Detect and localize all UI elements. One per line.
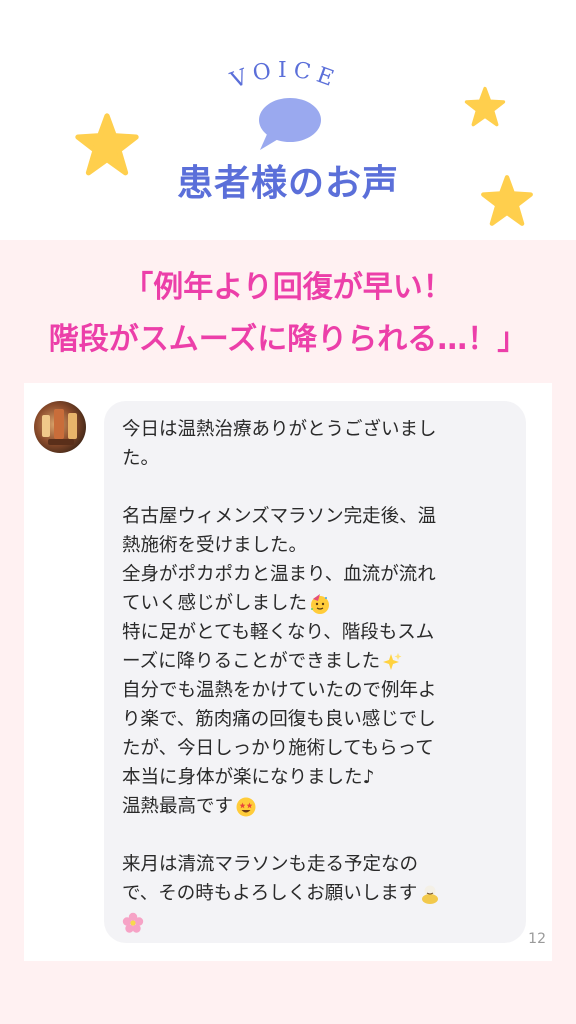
star-icon (464, 86, 506, 127)
bowing-person-icon (422, 885, 439, 904)
message-line-text: ーズに降りることができました (122, 651, 381, 672)
message-line: 来月は清流マラソンも走る予定なの (122, 854, 419, 875)
message-bubble: 今日は温熱治療ありがとうございまし た。 名古屋ウィメンズマラソン完走後、温 熱… (104, 401, 526, 943)
message-line-with-emoji: ていく感じがしました (122, 589, 512, 618)
message-line-with-emoji: 温熱最高です (122, 792, 512, 821)
review-card: 今日は温熱治療ありがとうございまし た。 名古屋ウィメンズマラソン完走後、温 熱… (24, 383, 552, 961)
avatar (34, 401, 86, 453)
partying-face-icon (311, 594, 330, 614)
message-line: 特に足がとても軽くなり、階段もスム (122, 622, 435, 643)
message-line: 熱施術を受けました。 (122, 535, 308, 556)
cherry-blossom-icon (122, 912, 144, 933)
message-line: り楽で、筋肉痛の回復も良い感じでし (122, 709, 436, 730)
message-line-text: ていく感じがしました (122, 593, 308, 614)
message-line: た。 (122, 448, 160, 469)
message-line: 名古屋ウィメンズマラソン完走後、温 (122, 506, 437, 527)
svg-text:VOICE: VOICE (227, 58, 343, 94)
message-line: 今日は温熱治療ありがとうございまし (122, 419, 437, 440)
message-line: たが、今日しっかり施術してもらって (122, 738, 434, 759)
message-line-text: 温熱最高です (122, 796, 234, 817)
message-line-with-emoji (122, 908, 512, 937)
page-title: 患者様のお声 (176, 163, 399, 204)
message-line: 自分でも温熱をかけていたので例年よ (122, 680, 437, 701)
sparkles-icon (383, 653, 402, 670)
header-area: VOICE 患者様のお声 (0, 0, 576, 240)
message-line: 全身がポカポカと温まり、血流が流れ (122, 564, 436, 585)
message-line-with-emoji: で、その時もよろしくお願いします (122, 879, 512, 908)
page-number: 12 (528, 931, 546, 947)
star-struck-face-icon (236, 797, 256, 817)
message-line: 本当に身体が楽になりました♪ (122, 767, 375, 788)
headline-line-2: 階段がスムーズに降りられる…！」 (48, 322, 528, 357)
headline-line-1: 「例年より回復が早い！ (123, 270, 453, 305)
message-line-with-emoji: ーズに降りることができました (122, 647, 512, 676)
message-line-text: で、その時もよろしくお願いします (122, 883, 418, 904)
speech-bubble-icon (259, 98, 321, 150)
